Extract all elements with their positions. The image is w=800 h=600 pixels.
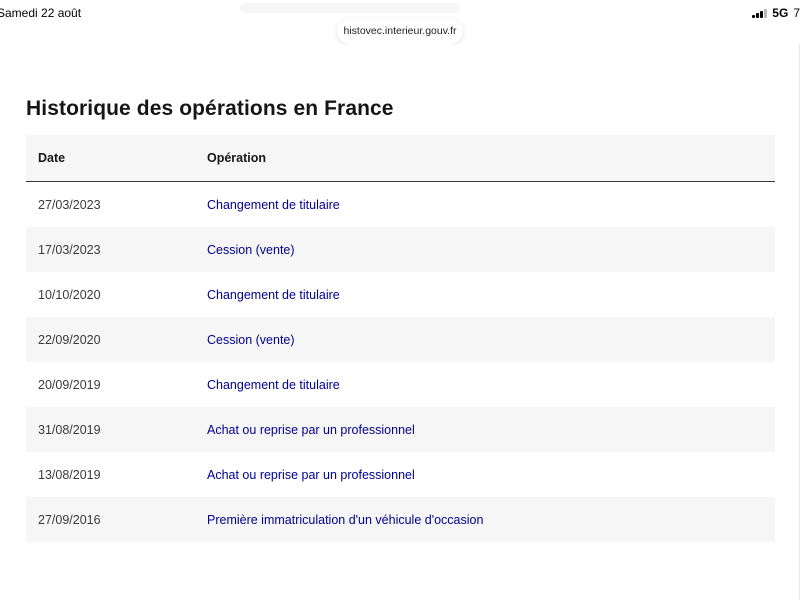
row-operation-cell: Achat ou reprise par un professionnel <box>207 452 775 497</box>
column-header-date: Date <box>26 135 207 182</box>
table-row: 17/03/2023 Cession (vente) <box>26 227 775 272</box>
row-date: 22/09/2020 <box>26 317 207 362</box>
status-time: Samedi 22 août <box>0 6 82 20</box>
table-row: 20/09/2019 Changement de titulaire <box>26 362 775 407</box>
page-content: Historique des opérations en France Date… <box>0 44 800 600</box>
network-type: 5G <box>772 6 789 20</box>
faded-tab-title <box>240 3 460 13</box>
row-operation-cell: Changement de titulaire <box>207 182 775 228</box>
operation-link[interactable]: Cession (vente) <box>207 243 295 257</box>
section-title: Historique des opérations en France <box>26 97 394 120</box>
row-date: 13/08/2019 <box>38 467 101 482</box>
row-operation-cell: Première immatriculation d'un véhicule d… <box>207 497 775 542</box>
row-date: 10/10/2020 <box>38 287 101 302</box>
operation-link[interactable]: Achat ou reprise par un professionnel <box>207 468 415 482</box>
operation-link[interactable]: Changement de titulaire <box>207 198 340 212</box>
table-row: 31/08/2019 Achat ou reprise par un profe… <box>26 407 775 452</box>
address-bar[interactable]: histovec.interieur.gouv.fr <box>337 18 463 44</box>
row-operation-cell: Cession (vente) <box>207 227 775 272</box>
row-operation-cell: Changement de titulaire <box>207 272 775 317</box>
table-row: 27/03/2023 Changement de titulaire <box>26 182 775 228</box>
table-row: 27/09/2016 Première immatriculation d'un… <box>26 497 775 542</box>
row-operation-cell: Achat ou reprise par un professionnel <box>207 407 775 452</box>
operation-link[interactable]: Changement de titulaire <box>207 288 340 302</box>
url-text: histovec.interieur.gouv.fr <box>343 25 457 37</box>
row-operation-cell: Cession (vente) <box>207 317 775 362</box>
table-row: 22/09/2020 Cession (vente) <box>26 317 775 362</box>
row-date: 27/03/2023 <box>38 197 101 212</box>
status-indicators: 5G 7 <box>752 6 800 20</box>
cellular-signal-icon <box>752 8 768 18</box>
row-operation-cell: Changement de titulaire <box>207 362 775 407</box>
screen: Samedi 22 août 5G 7 histovec.interieur.g… <box>0 0 800 600</box>
operation-link[interactable]: Première immatriculation d'un véhicule d… <box>207 513 483 527</box>
operations-table: Date Opération 27/03/2023 Changement de … <box>26 135 775 542</box>
operation-link[interactable]: Changement de titulaire <box>207 378 340 392</box>
operation-link[interactable]: Achat ou reprise par un professionnel <box>207 423 415 437</box>
table-row: 10/10/2020 Changement de titulaire <box>26 272 775 317</box>
row-date: 31/08/2019 <box>26 407 207 452</box>
battery-level: 7 <box>793 6 800 20</box>
table-header-row: Date Opération <box>26 135 775 182</box>
column-header-operation: Opération <box>207 135 775 182</box>
row-date: 27/09/2016 <box>26 497 207 542</box>
row-date: 17/03/2023 <box>26 227 207 272</box>
row-date: 20/09/2019 <box>38 377 101 392</box>
operation-link[interactable]: Cession (vente) <box>207 333 295 347</box>
table-row: 13/08/2019 Achat ou reprise par un profe… <box>26 452 775 497</box>
